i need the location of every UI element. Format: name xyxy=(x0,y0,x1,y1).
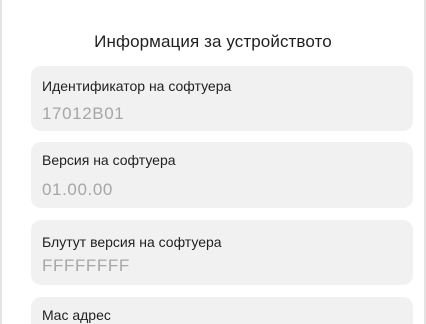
page-title: Информация за устройството xyxy=(94,32,332,51)
info-card-value: FFFFFFFF xyxy=(42,256,130,275)
info-card-mac-address: Mac адрес xyxy=(31,297,413,324)
info-card-label: Версия на софтуера xyxy=(42,152,176,168)
info-card-software-version: Версия на софтуера 01.00.00 xyxy=(31,142,413,208)
info-card-value: 01.00.00 xyxy=(42,180,113,199)
info-card-label: Mac адрес xyxy=(42,307,111,323)
info-card-value: 17012B01 xyxy=(42,104,125,123)
info-card-label: Блутут версия на софтуера xyxy=(42,234,222,250)
device-info-screen: Информация за устройството Идентификатор… xyxy=(0,0,426,324)
info-card-bluetooth-version: Блутут версия на софтуера FFFFFFFF xyxy=(31,220,413,285)
info-card-label: Идентификатор на софтуера xyxy=(42,78,232,94)
info-card-software-id: Идентификатор на софтуера 17012B01 xyxy=(31,66,413,131)
